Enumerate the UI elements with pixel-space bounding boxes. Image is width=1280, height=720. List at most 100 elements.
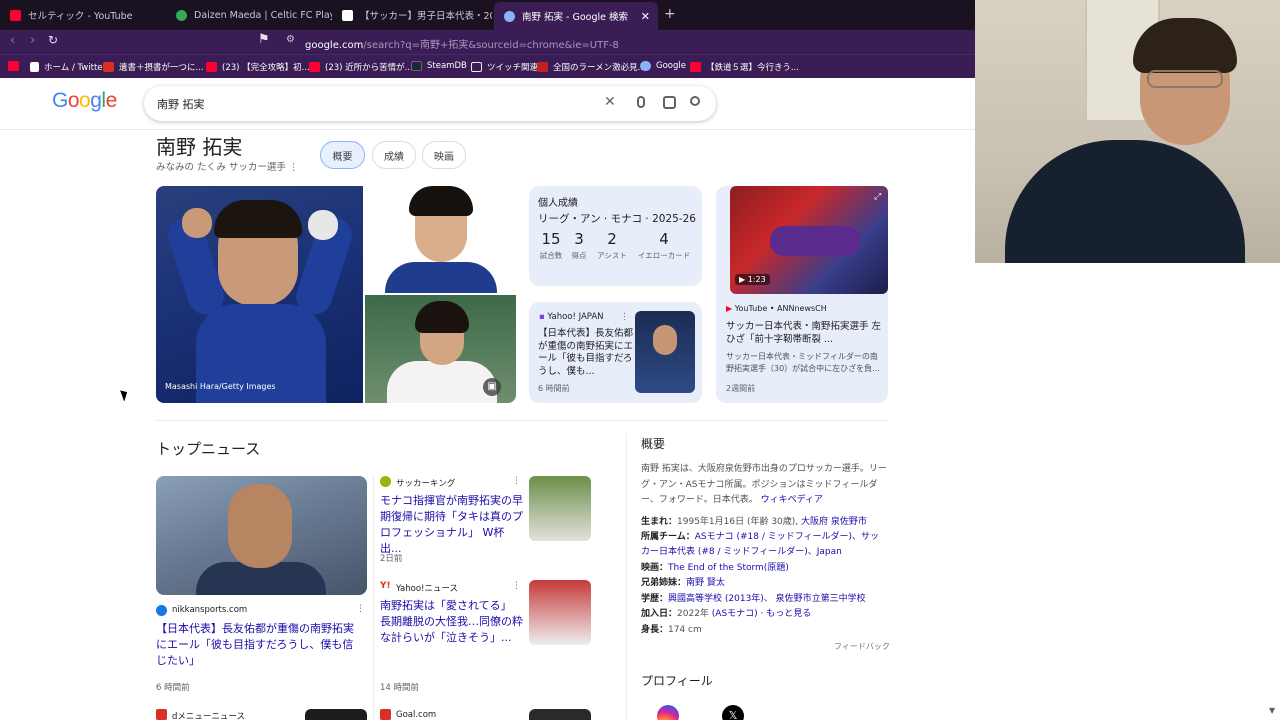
news-thumbnail[interactable] — [529, 476, 591, 541]
yahoo-news-icon: Y! — [380, 581, 391, 591]
bookmarks-bar: ホーム / Twitter 遺書＋摂書が一つに... (23) 【完全攻略】初.… — [0, 54, 975, 78]
search-icon[interactable] — [690, 96, 700, 106]
fact-link[interactable]: (ASモナコ) · もっと見る — [712, 609, 811, 619]
tab-celtic[interactable]: Daizen Maeda | Celtic FC Player Profi — [166, 4, 332, 26]
news-headline: 【日本代表】長友佑都が重傷の南野拓実にエール「彼も目指すだろうし、僕も... — [538, 328, 634, 377]
bookmark-label: SteamDB — [427, 61, 467, 71]
fact-link[interactable]: ASモナコ (#18 / ミッドフィールダー)、サッ — [695, 532, 879, 542]
expand-icon[interactable]: ⤢ — [874, 192, 881, 202]
news-thumbnail[interactable] — [305, 709, 367, 720]
more-options-icon[interactable]: ⋮ — [620, 312, 629, 322]
top-news-heading: トップニュース — [156, 440, 261, 458]
tab-google-search[interactable]: 南野 拓実 - Google 検索 ✕ — [494, 2, 658, 30]
bookmark-item[interactable]: (23) 【完全攻略】初... — [206, 61, 310, 73]
chip-movies[interactable]: 映画 — [422, 141, 466, 169]
site-info-icon[interactable]: ⚙ — [286, 34, 295, 45]
clear-icon[interactable]: ✕ — [604, 94, 616, 110]
bookmark-icon[interactable]: ⚑ — [258, 32, 270, 47]
fact-value: 1995年1月16日 (年齢 30歳), — [677, 517, 802, 527]
page-icon — [342, 9, 353, 21]
hair-shape — [409, 186, 473, 216]
news-source: Goal.com — [396, 710, 437, 720]
google-logo[interactable]: Google — [52, 89, 117, 113]
news-title[interactable]: 【日本代表】長友佑都が重傷の南野拓実にエール「彼も目指すだろうし、僕も信じたい」 — [156, 621, 362, 669]
stat-label: イエローカード — [637, 251, 691, 260]
video-duration: ▶ 1:23 — [735, 274, 770, 285]
microphone-icon[interactable] — [637, 96, 645, 108]
chip-overview[interactable]: 概要 — [320, 141, 365, 169]
bookmark-item[interactable]: (23) 近所から苦情が... — [309, 61, 413, 73]
panel-divider — [626, 433, 627, 720]
tab-youtube[interactable]: セルティック - YouTube — [0, 4, 166, 26]
bookmark-item[interactable]: 遺書＋摂書が一つに... — [103, 61, 204, 73]
search-input[interactable]: 南野 拓実 — [157, 96, 205, 112]
video-duration-text: 1:23 — [747, 275, 766, 284]
bookmark-item[interactable]: Google — [640, 61, 686, 71]
image-gallery-icon[interactable]: ▣ — [483, 378, 501, 396]
tab-soccer-news[interactable]: 【サッカー】男子日本代表・2025年最新メ — [332, 4, 492, 26]
fact-label: 学歴： — [641, 594, 669, 604]
back-icon[interactable]: ‹ — [10, 33, 15, 48]
news-thumbnail[interactable] — [529, 580, 591, 645]
search-box[interactable]: 南野 拓実 ✕ — [144, 86, 716, 121]
news-main-thumbnail[interactable] — [156, 476, 367, 595]
fact-link[interactable]: 興國高等学校 (2013年)、 泉佐野市立第三中学校 — [668, 594, 866, 604]
fact-link[interactable]: The End of the Storm(原題) — [668, 563, 789, 573]
person-hair — [1133, 18, 1237, 73]
reload-icon[interactable]: ↻ — [48, 33, 58, 47]
video-thumbnail[interactable]: ⤢ ▶ 1:23 — [730, 186, 888, 294]
more-options-icon[interactable]: ⋮ — [356, 604, 365, 614]
news-title[interactable]: 南野拓実は「愛されてる」 長期離脱の大怪我…同僚の粋な計らいが「泣きそう」... — [380, 598, 523, 646]
instagram-icon[interactable] — [657, 705, 679, 720]
player-image-main[interactable]: Masashi Hara/Getty Images — [156, 186, 363, 403]
news-source: サッカーキング — [396, 479, 456, 489]
goal-icon — [380, 709, 391, 720]
new-tab-icon[interactable]: + — [664, 6, 676, 22]
chip-stats[interactable]: 成績 — [372, 141, 416, 169]
stats-title: 個人成績 — [538, 198, 578, 209]
video-card[interactable]: ⤢ ▶ 1:23 ▶ YouTube • ANNnewsCH サッカー日本代表・… — [716, 186, 888, 403]
x-icon[interactable]: 𝕏 — [722, 705, 744, 720]
bookmark-item[interactable]: ホーム / Twitter — [30, 61, 106, 73]
fact-label: 身長： — [641, 625, 669, 635]
youtube-icon — [690, 62, 701, 72]
lens-icon[interactable] — [663, 96, 676, 109]
youtube-icon — [10, 9, 21, 21]
fact-link[interactable]: 大阪府 泉佐野市 — [801, 517, 867, 527]
news-title[interactable]: モナコ指揮官が南野拓実の早期復帰に期待「タキは真のプロフェッショナル」 W杯出.… — [380, 493, 523, 557]
scroll-down-icon[interactable]: ▼ — [1269, 706, 1275, 715]
stats-card[interactable]: 個人成績 リーグ・アン · モナコ · 2025-26 15 3 2 4 試合数… — [529, 186, 702, 286]
news-card-yahoo[interactable]: ▪ Yahoo! JAPAN ⋮ 【日本代表】長友佑都が重傷の南野拓実にエール「… — [529, 302, 702, 403]
entity-subtitle: みなみの たくみ サッカー選手 ⋮ — [156, 159, 298, 173]
player-image-monaco[interactable]: ▣ — [365, 295, 516, 403]
bookmark-folder[interactable]: ツイッチ関連 — [471, 61, 538, 73]
tab-strip: セルティック - YouTube Daizen Maeda | Celtic F… — [0, 0, 975, 30]
youtube-icon: ▶ — [726, 304, 733, 313]
bookmark-item[interactable]: SteamDB — [411, 61, 467, 71]
wikipedia-link[interactable]: ウィキペディア — [761, 495, 823, 505]
fact-link[interactable]: カー日本代表 (#8 / ミッドフィールダー)、Japan — [641, 547, 842, 557]
glasses — [1147, 70, 1223, 88]
bookmark-youtube-icon[interactable] — [8, 61, 24, 71]
fact-label: 生まれ： — [641, 517, 678, 527]
person-body — [1005, 140, 1245, 280]
video-source: ▶ YouTube • ANNnewsCH — [726, 304, 827, 313]
more-options-icon[interactable]: ⋮ — [512, 581, 521, 591]
news-source: ▪ Yahoo! JAPAN ⋮ — [539, 312, 629, 322]
fact-link[interactable]: 南野 賢太 — [686, 578, 725, 588]
player-image-portrait[interactable] — [365, 186, 516, 293]
bookmark-item[interactable]: 全国のラーメン激必見... — [537, 61, 646, 73]
address-bar[interactable]: google.com/search?q=南野+拓実&sourceid=chrom… — [305, 36, 619, 51]
news-thumbnail[interactable] — [529, 709, 591, 720]
news-time: 2日前 — [380, 554, 403, 564]
forward-icon[interactable]: › — [30, 33, 35, 48]
feedback-link[interactable]: フィードバック — [834, 641, 890, 652]
bookmark-label: (23) 【完全攻略】初... — [222, 63, 310, 73]
steam-icon — [411, 61, 422, 71]
jersey-shape — [387, 361, 497, 403]
more-options-icon[interactable]: ⋮ — [289, 162, 299, 173]
close-tab-icon[interactable]: ✕ — [641, 10, 650, 23]
more-options-icon[interactable]: ⋮ — [512, 476, 521, 486]
bookmark-item[interactable]: 【鉄道５選】今行きう... — [690, 61, 799, 73]
fact-label: 所属チーム： — [641, 532, 695, 542]
